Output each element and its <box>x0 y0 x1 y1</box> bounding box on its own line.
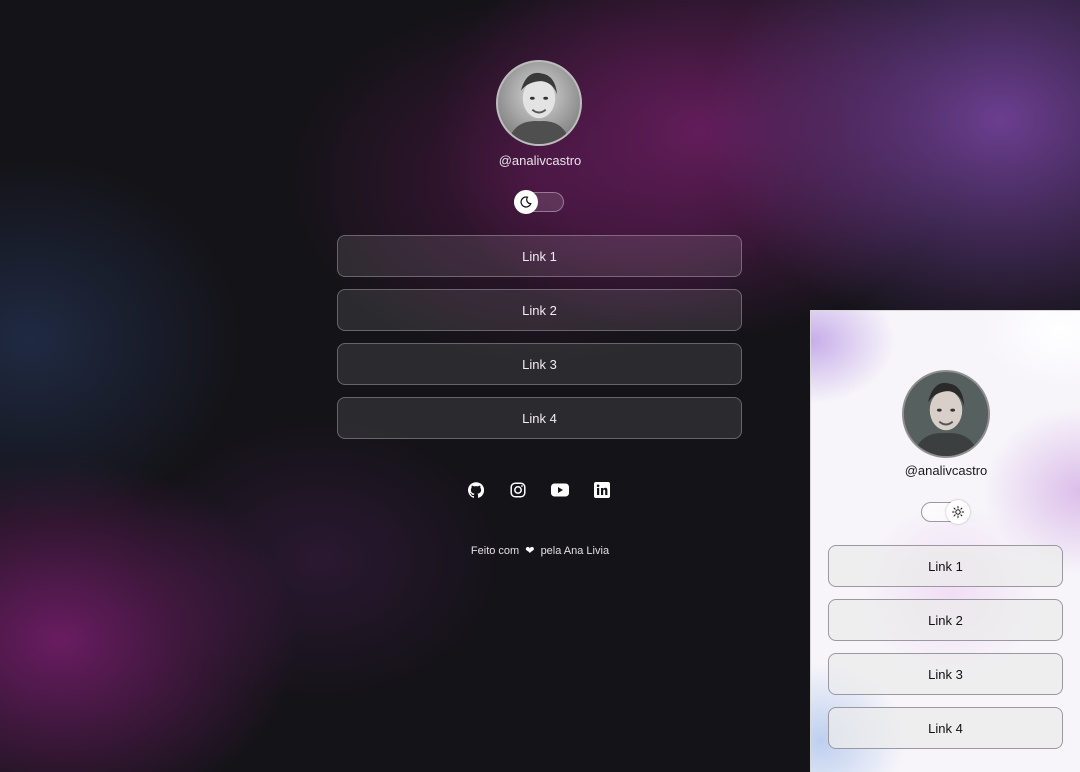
linkedin-icon <box>594 482 610 498</box>
link-button-light-4[interactable]: Link 4 <box>828 707 1063 749</box>
sun-icon <box>952 506 964 518</box>
link-button-light-1[interactable]: Link 1 <box>828 545 1063 587</box>
instagram-icon <box>510 482 526 498</box>
heart-icon: ❤ <box>525 545 535 557</box>
github-icon <box>468 482 484 498</box>
username: @analivcastro <box>498 153 582 168</box>
link-button-1[interactable]: Link 1 <box>337 235 742 277</box>
footer-text-after: pela Ana Livia <box>540 545 610 557</box>
theme-toggle-light[interactable] <box>921 500 970 524</box>
instagram-link[interactable] <box>508 480 528 500</box>
link-button-4[interactable]: Link 4 <box>337 397 742 439</box>
toggle-knob-light <box>946 500 970 524</box>
profile-avatar <box>496 60 582 146</box>
avatar-photo <box>507 72 571 144</box>
footer-text-before: Feito com <box>470 545 520 557</box>
link-button-3[interactable]: Link 3 <box>337 343 742 385</box>
youtube-link[interactable] <box>550 480 570 500</box>
profile-avatar-light <box>902 370 990 458</box>
linkedin-link[interactable] <box>592 480 612 500</box>
toggle-knob <box>514 190 538 214</box>
footer-credit: Feito com ❤ pela Ana Livia <box>390 544 690 557</box>
light-theme-preview: @analivcastro Link 1 Link 2 Link 3 Link … <box>810 310 1080 772</box>
link-button-light-2[interactable]: Link 2 <box>828 599 1063 641</box>
link-button-2[interactable]: Link 2 <box>337 289 742 331</box>
link-button-light-3[interactable]: Link 3 <box>828 653 1063 695</box>
youtube-icon <box>551 483 569 497</box>
moon-icon <box>520 196 532 208</box>
username-light: @analivcastro <box>904 463 988 478</box>
github-link[interactable] <box>466 480 486 500</box>
avatar-photo-light <box>904 372 988 456</box>
theme-toggle[interactable] <box>514 190 564 214</box>
